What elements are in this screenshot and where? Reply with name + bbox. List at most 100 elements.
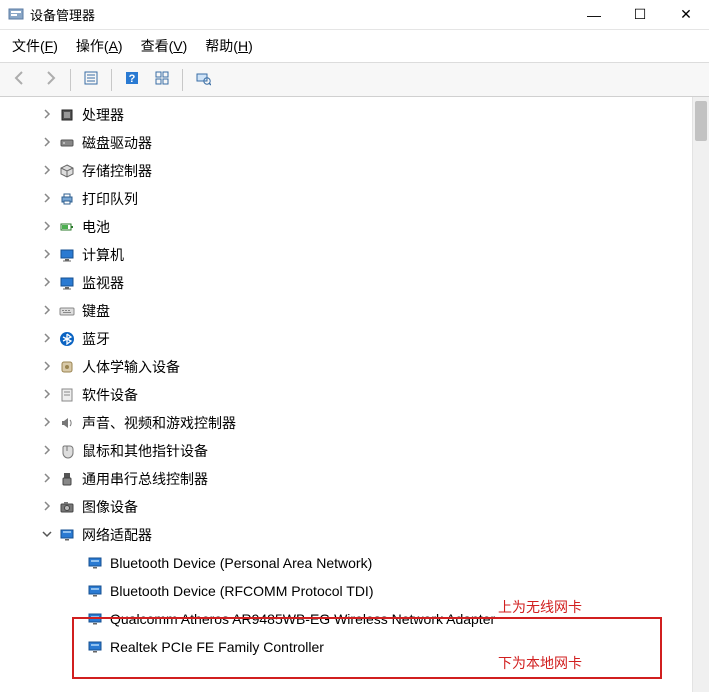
tree-node-hid[interactable]: 人体学输入设备 bbox=[6, 353, 709, 381]
scrollbar-thumb[interactable] bbox=[695, 101, 707, 141]
printer-icon bbox=[58, 190, 76, 208]
tree-node-label: 网络适配器 bbox=[82, 522, 152, 548]
chevron-right-icon[interactable] bbox=[40, 130, 54, 156]
chevron-right-icon[interactable] bbox=[40, 494, 54, 520]
tree-node-network[interactable]: 网络适配器 bbox=[6, 521, 709, 549]
tree-node-disk[interactable]: 磁盘驱动器 bbox=[6, 129, 709, 157]
nic-icon bbox=[86, 582, 104, 600]
tree-child-net-wifi[interactable]: Qualcomm Atheros AR9485WB-EG Wireless Ne… bbox=[6, 605, 709, 633]
tree-node-label: 电池 bbox=[82, 214, 110, 240]
tree-node-battery[interactable]: 电池 bbox=[6, 213, 709, 241]
tree-node-computer[interactable]: 计算机 bbox=[6, 241, 709, 269]
chevron-right-icon[interactable] bbox=[40, 102, 54, 128]
menu-action[interactable]: 操作(A) bbox=[76, 36, 123, 56]
window-controls: — ☐ ✕ bbox=[571, 0, 709, 30]
chevron-right-icon[interactable] bbox=[40, 242, 54, 268]
chevron-right-icon[interactable] bbox=[40, 270, 54, 296]
tree-node-mouse[interactable]: 鼠标和其他指针设备 bbox=[6, 437, 709, 465]
app-icon bbox=[8, 7, 24, 23]
tree-node-monitor[interactable]: 监视器 bbox=[6, 269, 709, 297]
menu-view[interactable]: 查看(V) bbox=[141, 36, 188, 56]
tree-node-label: 打印队列 bbox=[82, 186, 138, 212]
speaker-icon bbox=[58, 414, 76, 432]
tree-child-net-bt-pan[interactable]: Bluetooth Device (Personal Area Network) bbox=[6, 549, 709, 577]
chevron-right-icon[interactable] bbox=[40, 298, 54, 324]
toolbar-separator bbox=[182, 69, 183, 91]
tree-node-label: 监视器 bbox=[82, 270, 124, 296]
chevron-right-icon[interactable] bbox=[40, 466, 54, 492]
help-icon: ? bbox=[124, 70, 140, 89]
tree-node-label: 存储控制器 bbox=[82, 158, 152, 184]
nic-icon bbox=[86, 554, 104, 572]
tree-node-label: 鼠标和其他指针设备 bbox=[82, 438, 208, 464]
tree-child-net-lan[interactable]: Realtek PCIe FE Family Controller bbox=[6, 633, 709, 661]
tree-node-sound[interactable]: 声音、视频和游戏控制器 bbox=[6, 409, 709, 437]
toolbar-separator bbox=[111, 69, 112, 91]
tree-node-label: 图像设备 bbox=[82, 494, 138, 520]
tree-node-label: 蓝牙 bbox=[82, 326, 110, 352]
chevron-right-icon[interactable] bbox=[40, 438, 54, 464]
help-button[interactable]: ? bbox=[120, 68, 144, 92]
chevron-down-icon[interactable] bbox=[40, 522, 54, 548]
chevron-right-icon[interactable] bbox=[40, 214, 54, 240]
menu-file[interactable]: 文件(F) bbox=[12, 36, 58, 56]
nic-icon bbox=[86, 638, 104, 656]
tree-node-label: 键盘 bbox=[82, 298, 110, 324]
cpu-icon bbox=[58, 106, 76, 124]
back-button[interactable] bbox=[8, 68, 32, 92]
tree-child-label: Bluetooth Device (RFCOMM Protocol TDI) bbox=[110, 578, 373, 604]
close-button[interactable]: ✕ bbox=[663, 0, 709, 30]
menubar: 文件(F) 操作(A) 查看(V) 帮助(H) bbox=[0, 30, 709, 63]
hid-icon bbox=[58, 358, 76, 376]
tree-node-keyboard[interactable]: 键盘 bbox=[6, 297, 709, 325]
tree-panel: 处理器磁盘驱动器存储控制器打印队列电池计算机监视器键盘蓝牙人体学输入设备软件设备… bbox=[0, 97, 709, 692]
device-tree[interactable]: 处理器磁盘驱动器存储控制器打印队列电池计算机监视器键盘蓝牙人体学输入设备软件设备… bbox=[0, 97, 709, 665]
tree-node-bluetooth[interactable]: 蓝牙 bbox=[6, 325, 709, 353]
tree-node-label: 声音、视频和游戏控制器 bbox=[82, 410, 236, 436]
camera-icon bbox=[58, 498, 76, 516]
small-icon bbox=[154, 70, 170, 89]
menu-help[interactable]: 帮助(H) bbox=[205, 36, 252, 56]
tree-child-label: Realtek PCIe FE Family Controller bbox=[110, 634, 324, 660]
tree-child-label: Bluetooth Device (Personal Area Network) bbox=[110, 550, 372, 576]
forward-icon bbox=[42, 70, 58, 89]
chevron-right-icon[interactable] bbox=[40, 382, 54, 408]
battery-icon bbox=[58, 218, 76, 236]
chevron-right-icon[interactable] bbox=[40, 354, 54, 380]
toolbar: ? bbox=[0, 63, 709, 97]
tree-node-printq[interactable]: 打印队列 bbox=[6, 185, 709, 213]
chevron-right-icon[interactable] bbox=[40, 186, 54, 212]
bluetooth-icon bbox=[58, 330, 76, 348]
chevron-right-icon[interactable] bbox=[40, 326, 54, 352]
svg-text:?: ? bbox=[129, 73, 136, 85]
chevron-right-icon[interactable] bbox=[40, 410, 54, 436]
tree-node-label: 磁盘驱动器 bbox=[82, 130, 152, 156]
small-view-button[interactable] bbox=[150, 68, 174, 92]
details-button[interactable] bbox=[79, 68, 103, 92]
nic-icon bbox=[86, 610, 104, 628]
tree-child-net-bt-rf[interactable]: Bluetooth Device (RFCOMM Protocol TDI) bbox=[6, 577, 709, 605]
scan-icon bbox=[195, 70, 211, 89]
back-icon bbox=[12, 70, 28, 89]
monitor-icon bbox=[58, 246, 76, 264]
toolbar-separator bbox=[70, 69, 71, 91]
maximize-button[interactable]: ☐ bbox=[617, 0, 663, 30]
tree-node-label: 计算机 bbox=[82, 242, 124, 268]
disk-icon bbox=[58, 134, 76, 152]
tree-node-label: 通用串行总线控制器 bbox=[82, 466, 208, 492]
tree-node-cpu[interactable]: 处理器 bbox=[6, 101, 709, 129]
forward-button[interactable] bbox=[38, 68, 62, 92]
chevron-right-icon[interactable] bbox=[40, 158, 54, 184]
tree-node-software[interactable]: 软件设备 bbox=[6, 381, 709, 409]
storage-icon bbox=[58, 162, 76, 180]
minimize-button[interactable]: — bbox=[571, 0, 617, 30]
tree-node-imaging[interactable]: 图像设备 bbox=[6, 493, 709, 521]
tree-node-storage[interactable]: 存储控制器 bbox=[6, 157, 709, 185]
scan-button[interactable] bbox=[191, 68, 215, 92]
tree-child-label: Qualcomm Atheros AR9485WB-EG Wireless Ne… bbox=[110, 606, 495, 632]
tree-node-usb[interactable]: 通用串行总线控制器 bbox=[6, 465, 709, 493]
software-icon bbox=[58, 386, 76, 404]
usb-icon bbox=[58, 470, 76, 488]
tree-node-label: 人体学输入设备 bbox=[82, 354, 180, 380]
vertical-scrollbar[interactable] bbox=[692, 97, 709, 692]
